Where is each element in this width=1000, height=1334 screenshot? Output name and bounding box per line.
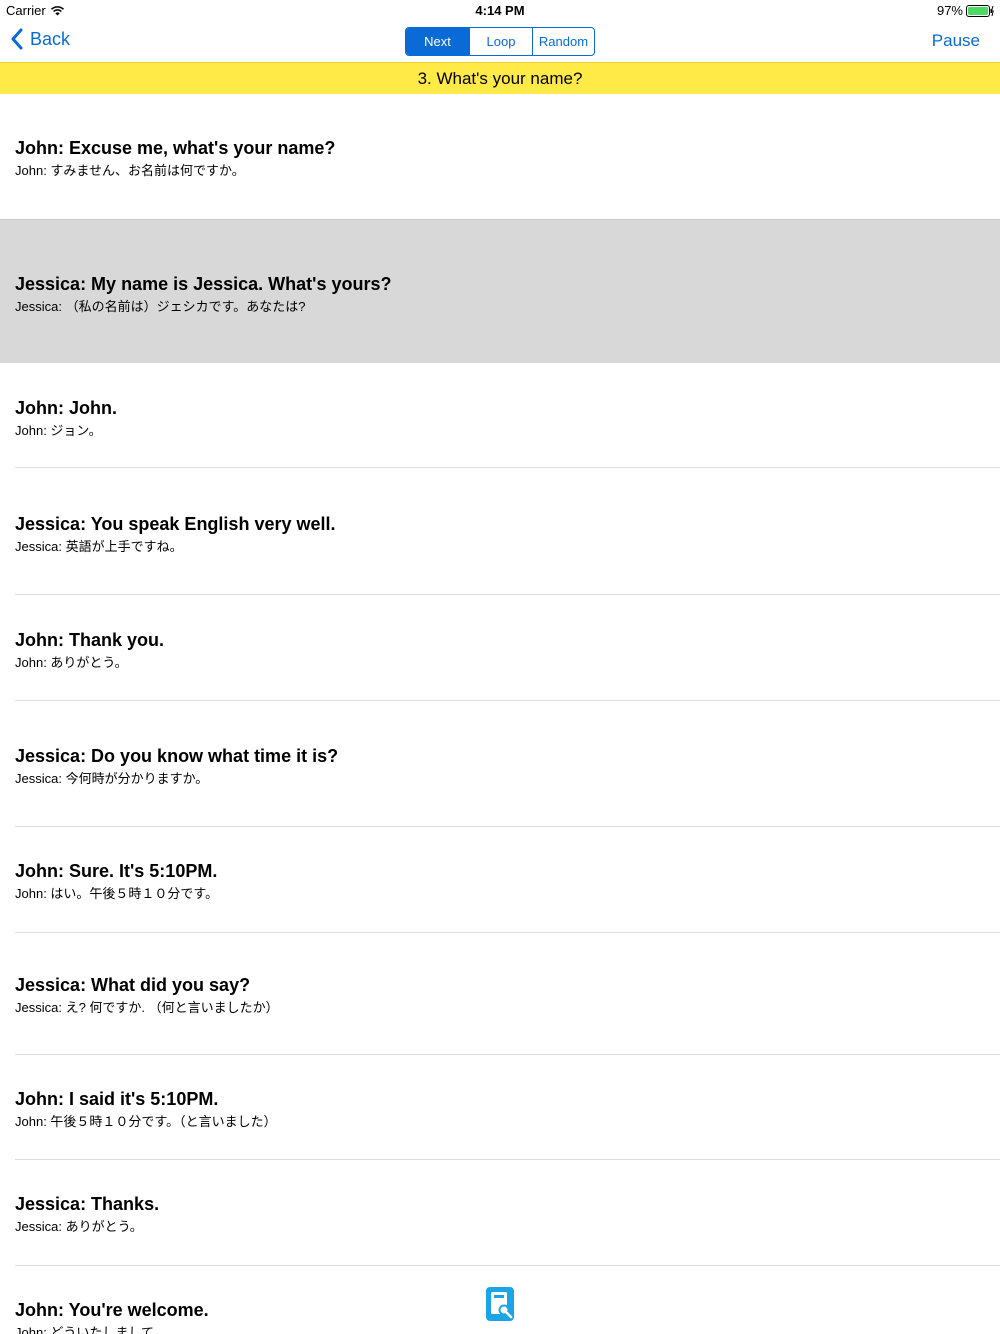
dialogue-row[interactable]: John: Sure. It's 5:10PM. John: はい。午後５時１０… [0, 827, 1000, 933]
lesson-title: 3. What's your name? [0, 62, 1000, 94]
japanese-line: John: はい。午後５時１０分です。 [15, 886, 219, 901]
battery-icon [966, 4, 994, 17]
back-button[interactable]: Back [10, 28, 70, 50]
dialogue-row-selected[interactable]: Jessica: My name is Jessica. What's your… [0, 220, 1000, 363]
english-line: John: Sure. It's 5:10PM. [15, 861, 218, 881]
dialogue-list: John: Excuse me, what's your name? John:… [0, 94, 1000, 1334]
dialogue-row[interactable]: John: Excuse me, what's your name? John:… [0, 94, 1000, 220]
status-time: 4:14 PM [475, 3, 525, 18]
english-line: John: Excuse me, what's your name? [15, 138, 336, 158]
dictionary-icon[interactable] [485, 1286, 515, 1322]
japanese-line: Jessica: 今何時が分かりますか。 [15, 771, 209, 786]
japanese-line: Jessica: （私の名前は）ジェシカです。あなたは? [15, 299, 306, 314]
back-chevron-icon [11, 28, 23, 50]
dialogue-row[interactable]: John: John. John: ジョン。 [0, 363, 1000, 468]
english-line: Jessica: My name is Jessica. What's your… [15, 274, 392, 294]
japanese-line: John: ジョン。 [15, 423, 102, 438]
dialogue-row[interactable]: Jessica: You speak English very well. Je… [0, 468, 1000, 595]
status-bar: Carrier 4:14 PM 97% [0, 0, 1000, 22]
english-line: John: John. [15, 398, 117, 418]
dialogue-row[interactable]: John: Thank you. John: ありがとう。 [0, 595, 1000, 701]
battery-percentage: 97% [936, 3, 963, 18]
dialogue-row[interactable]: Jessica: What did you say? Jessica: え? 何… [0, 933, 1000, 1055]
japanese-line: Jessica: え? 何ですか. （何と言いましたか） [15, 1000, 279, 1015]
english-line: Jessica: Do you know what time it is? [15, 746, 339, 766]
segment-next[interactable]: Next [406, 28, 469, 55]
segment-loop[interactable]: Loop [469, 28, 532, 55]
japanese-line: John: ありがとう。 [15, 655, 128, 670]
english-line: John: Thank you. [15, 630, 165, 650]
japanese-line: John: すみません、お名前は何ですか。 [15, 163, 245, 178]
pause-button[interactable]: Pause [932, 31, 980, 51]
english-line: Jessica: Thanks. [15, 1194, 160, 1214]
playback-mode-control: Next Loop Random [405, 27, 595, 56]
english-line: John: I said it's 5:10PM. [15, 1089, 219, 1109]
dialogue-row[interactable]: Jessica: Thanks. Jessica: ありがとう。 [0, 1160, 1000, 1266]
english-line: John: You're welcome. [15, 1300, 209, 1320]
segment-random[interactable]: Random [532, 28, 594, 55]
navigation-bar: Back Next Loop Random Pause [0, 22, 1000, 62]
status-battery: 97% [937, 3, 994, 18]
back-label: Back [30, 28, 71, 49]
dialogue-row[interactable]: Jessica: Do you know what time it is? Je… [0, 701, 1000, 827]
japanese-line: John: どういたしまして。 [15, 1325, 167, 1334]
english-line: Jessica: What did you say? [15, 975, 251, 995]
english-line: Jessica: You speak English very well. [15, 514, 336, 534]
japanese-line: Jessica: 英語が上手ですね。 [15, 539, 183, 554]
japanese-line: John: 午後５時１０分です。（と言いました） [15, 1114, 277, 1129]
dialogue-row[interactable]: John: I said it's 5:10PM. John: 午後５時１０分で… [0, 1055, 1000, 1160]
japanese-line: Jessica: ありがとう。 [15, 1219, 143, 1234]
